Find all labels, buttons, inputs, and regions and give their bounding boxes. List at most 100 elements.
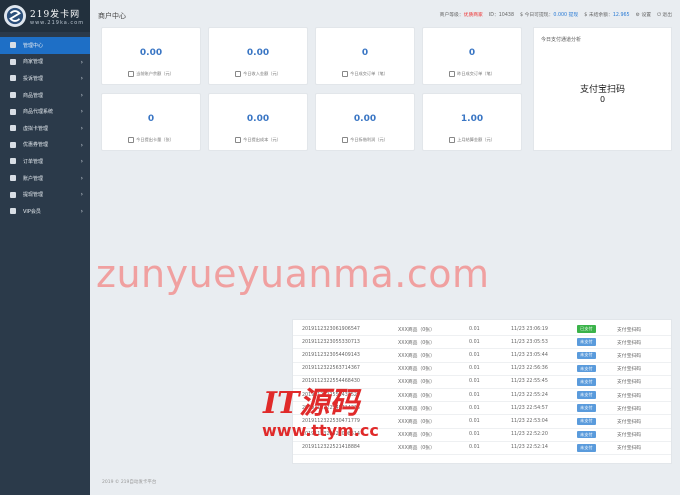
order-number: 20191123230619065​47 bbox=[302, 326, 360, 332]
sidebar-item-5[interactable]: 虚拟卡管理 › bbox=[0, 120, 90, 137]
sidebar-item-label: 管理中心 bbox=[23, 42, 44, 49]
status-badge: 未支付 bbox=[577, 338, 596, 347]
product-name: XXX商品（0张） bbox=[398, 433, 435, 439]
order-time: 11/23 23:06:19 bbox=[511, 326, 548, 332]
stat-card: 0.00 今日拆借利润（元） bbox=[315, 93, 415, 151]
chevron-right-icon: › bbox=[80, 91, 83, 99]
order-time: 11/23 22:53:04 bbox=[511, 418, 548, 424]
sidebar-item-10[interactable]: VIP会员 › bbox=[0, 203, 90, 220]
product-name: XXX商品（0张） bbox=[398, 340, 435, 346]
sidebar-item-4[interactable]: 商品代理系统 › bbox=[0, 103, 90, 120]
status-badge: 未支付 bbox=[577, 444, 596, 452]
sidebar-item-6[interactable]: 优惠券管理 › bbox=[0, 137, 90, 154]
order-time: 11/23 22:54:57 bbox=[511, 405, 548, 411]
table-row[interactable]: 2019112322563714367 XXX商品（0张） 0.01 11/23 22… bbox=[293, 363, 671, 376]
order-time: 11/23 22:55:45 bbox=[511, 379, 548, 385]
footer: 2019 © 219自动发卡平台 bbox=[102, 480, 157, 485]
pay-channel: 支付宝扫码 bbox=[617, 446, 641, 452]
logo[interactable]: 219发卡网 www.219ka.com bbox=[0, 0, 90, 32]
coupon-icon bbox=[10, 141, 16, 148]
watermark-url: www.ttym.cc bbox=[262, 421, 379, 440]
bank-icon bbox=[449, 137, 456, 143]
pay-channel: 支付宝扫码 bbox=[617, 380, 641, 386]
withdraw-link[interactable]: 提现 bbox=[569, 13, 579, 18]
stat-value: 0.00 bbox=[139, 48, 163, 58]
stat-label: 昨日成交订单（笔） bbox=[423, 71, 521, 77]
sidebar-item-label: 商品管理 bbox=[23, 92, 44, 99]
sidebar-item-8[interactable]: 账户管理 › bbox=[0, 170, 90, 187]
stat-card: 0.00 今日提出成本（元） bbox=[208, 93, 308, 151]
settings-link[interactable]: ⚙ 设置 bbox=[636, 11, 651, 18]
watermark-logo: IT源码 bbox=[263, 386, 360, 421]
coin-icon bbox=[235, 71, 242, 77]
sidebar-item-label: 提现管理 bbox=[23, 192, 44, 199]
list-icon bbox=[10, 158, 16, 165]
pay-channel: 支付宝扫码 bbox=[617, 327, 641, 333]
sidebar-item-7[interactable]: 订单管理 › bbox=[0, 153, 90, 170]
status-badge: 未支付 bbox=[577, 351, 596, 360]
power-icon: ⏻ bbox=[657, 13, 661, 18]
table-row[interactable]: 20191123230619065​47 XXX商品（0张） 0.01 11/23 2… bbox=[293, 323, 671, 337]
sidebar-item-label: 账户管理 bbox=[23, 175, 44, 182]
order-time: 11/23 22:56:36 bbox=[511, 366, 548, 372]
sidebar-item-9[interactable]: 提现管理 › bbox=[0, 186, 90, 203]
table-row[interactable]: 2019112323054409143 XXX商品（0张） 0.01 11/23 23… bbox=[293, 349, 671, 363]
sidebar-item-label: 优惠券管理 bbox=[23, 142, 49, 149]
chevron-right-icon: › bbox=[80, 75, 83, 83]
chevron-right-icon: › bbox=[80, 158, 83, 166]
stat-label: 今日收入金额（元） bbox=[209, 71, 307, 77]
box-icon bbox=[10, 92, 16, 99]
channel-name: 支付宝扫码 bbox=[579, 85, 625, 95]
status-badge: 未支付 bbox=[577, 417, 596, 426]
sidebar-item-2[interactable]: 投诉管理 › bbox=[0, 70, 90, 87]
order-time: 11/23 22:55:24 bbox=[511, 392, 548, 398]
alipay-analysis-card: 今日支付通道分析 支付宝扫码 0 bbox=[533, 27, 672, 151]
table-row[interactable]: 2019112323055330713 XXX商品（0张） 0.01 11/23 23… bbox=[293, 336, 671, 350]
pay-channel: 支付宝扫码 bbox=[617, 419, 641, 425]
dollar-icon bbox=[10, 191, 16, 198]
pay-channel: 支付宝扫码 bbox=[617, 353, 641, 359]
wallet-icon bbox=[128, 71, 135, 77]
wallet-icon bbox=[10, 175, 16, 182]
sidebar-nav: 管理中心 商家管理 › 投诉管理 › 商品管理 › 商品代理系统 › 虚拟卡管理 › 优惠券管理 › 订单… bbox=[0, 37, 90, 220]
pay-channel: 支付宝扫码 bbox=[617, 367, 641, 373]
product-name: XXX商品（0张） bbox=[398, 353, 435, 359]
pay-channel: 支付宝扫码 bbox=[617, 406, 641, 412]
stat-card: 1.00 上月结算金额（元） bbox=[422, 93, 522, 151]
chevron-right-icon: › bbox=[80, 191, 83, 199]
gear-icon: ⚙ bbox=[635, 13, 640, 18]
order-amount: 0.01 bbox=[469, 326, 480, 332]
product-name: XXX商品（0张） bbox=[398, 446, 435, 452]
sidebar-item-label: 投诉管理 bbox=[23, 75, 44, 82]
sidebar-item-0[interactable]: 管理中心 bbox=[0, 37, 90, 54]
order-number: 2019112323055330713 bbox=[302, 339, 360, 345]
sidebar-item-label: 虚拟卡管理 bbox=[23, 125, 49, 132]
order-number: 2019112322521418884 bbox=[302, 445, 360, 451]
logout-link[interactable]: ⏻ 退出 bbox=[657, 11, 672, 18]
box-icon bbox=[235, 137, 242, 143]
status-badge: 已支付 bbox=[577, 325, 596, 333]
sidebar-item-3[interactable]: 商品管理 › bbox=[0, 87, 90, 104]
status-badge: 未支付 bbox=[577, 430, 596, 439]
order-amount: 0.01 bbox=[469, 392, 480, 398]
sidebar-item-1[interactable]: 商家管理 › bbox=[0, 54, 90, 71]
table-row[interactable]: 2019112322521418884 XXX商品（0张） 0.01 11/23 22… bbox=[293, 442, 671, 455]
order-amount: 0.01 bbox=[469, 366, 480, 372]
stat-card: 0 今日成交订单（笔） bbox=[315, 27, 415, 85]
pay-channel: 支付宝扫码 bbox=[617, 393, 641, 399]
chevron-right-icon: › bbox=[80, 124, 83, 132]
status-badge: 未支付 bbox=[577, 378, 596, 386]
status-badge: 未支付 bbox=[577, 404, 596, 413]
pay-channel: 支付宝扫码 bbox=[617, 433, 641, 439]
product-name: XXX商品（0张） bbox=[398, 327, 435, 333]
balance-info: $ 未结余额：12.965 bbox=[584, 13, 630, 18]
channel-analysis-title: 今日支付通道分析 bbox=[541, 37, 582, 43]
order-amount: 0.01 bbox=[469, 339, 480, 345]
grid-icon bbox=[10, 42, 16, 49]
stat-card: 0.00 当前账户余额（元） bbox=[101, 27, 201, 85]
pay-channel: 支付宝扫码 bbox=[617, 340, 641, 346]
withdraw-info: $ 今日可提现：0.000 提现 bbox=[520, 13, 579, 18]
stat-label: 今日成交订单（笔） bbox=[316, 71, 414, 77]
vip-icon bbox=[10, 208, 16, 215]
chevron-right-icon: › bbox=[80, 108, 83, 116]
